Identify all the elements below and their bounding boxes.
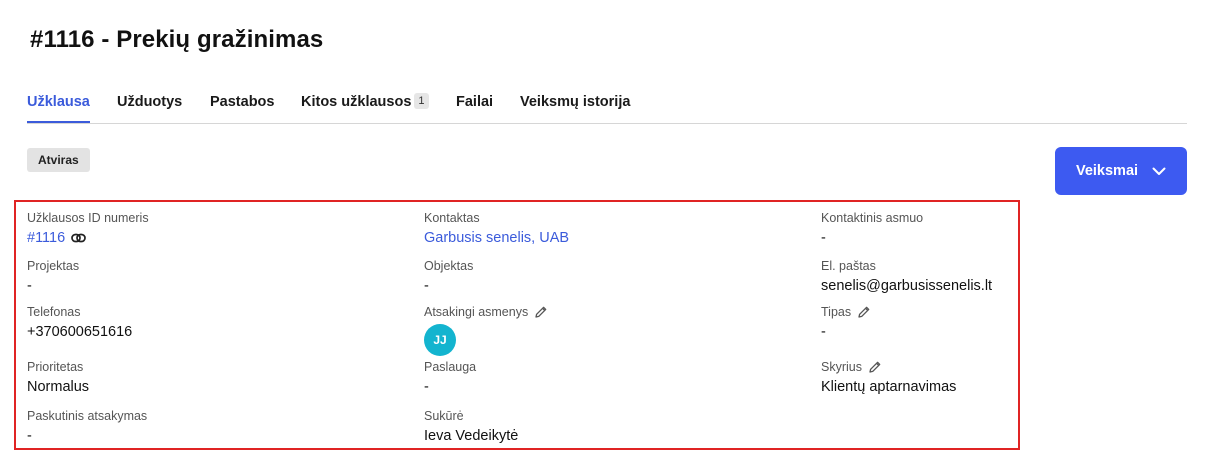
pencil-icon[interactable] (868, 360, 882, 374)
field-value: - (27, 428, 32, 444)
field-value: +370600651616 (27, 324, 133, 340)
field-type: Tipas - (821, 305, 871, 340)
field-value: senelis@garbusissenelis.lt (821, 278, 993, 294)
field-email: El. paštas senelis@garbusissenelis.lt (821, 259, 992, 294)
field-last-reply: Paskutinis atsakymas - (27, 409, 147, 444)
field-label: Paslauga (424, 360, 477, 374)
field-value: - (821, 230, 826, 246)
status-badge: Atviras (27, 148, 90, 172)
tab-bar: Užklausa Užduotys Pastabos Kitos užklaus… (27, 92, 1187, 124)
field-value: Ieva Vedeikytė (424, 428, 519, 444)
request-id-link[interactable]: #1116 (27, 230, 65, 246)
request-details-panel: Užklausos ID numeris #1116 Projektas - T… (14, 200, 1020, 450)
field-value: - (821, 324, 826, 340)
field-value: - (27, 278, 32, 294)
contact-link[interactable]: Garbusis senelis, UAB (424, 230, 569, 246)
field-priority: Prioritetas Normalus (27, 360, 89, 395)
field-label: Projektas (27, 259, 80, 273)
field-label: Skyrius (821, 360, 862, 374)
tab-failai[interactable]: Failai (456, 94, 493, 123)
tab-uzduotys[interactable]: Užduotys (117, 94, 182, 123)
field-request-id: Užklausos ID numeris #1116 (27, 211, 149, 246)
field-created-by: Sukūrė Ieva Vedeikytė (424, 409, 518, 444)
field-label: Kontaktas (424, 211, 480, 225)
field-object: Objektas - (424, 259, 473, 294)
pencil-icon[interactable] (534, 305, 548, 319)
tab-veiksmu-istorija[interactable]: Veiksmų istorija (520, 94, 630, 123)
field-contact: Kontaktas Garbusis senelis, UAB (424, 211, 569, 246)
field-label: Objektas (424, 259, 474, 273)
tab-uzklausa[interactable]: Užklausa (27, 94, 90, 123)
page-title: #1116 - Prekių gražinimas (30, 26, 324, 53)
tab-pastabos[interactable]: Pastabos (210, 94, 274, 123)
field-phone: Telefonas +370600651616 (27, 305, 132, 340)
field-label: Sukūrė (424, 409, 464, 423)
actions-button[interactable]: Veiksmai (1055, 147, 1187, 195)
tab-count-badge: 1 (414, 93, 429, 109)
field-label: Atsakingi asmenys (424, 305, 529, 319)
chevron-down-icon (1152, 167, 1166, 176)
field-label: Paskutinis atsakymas (27, 409, 148, 423)
tab-label: Kitos užklausos (301, 94, 412, 110)
field-contact-person: Kontaktinis asmuo - (821, 211, 923, 246)
field-project: Projektas - (27, 259, 79, 294)
pencil-icon[interactable] (857, 305, 871, 319)
field-label: Kontaktinis asmuo (821, 211, 924, 225)
avatar[interactable]: JJ (424, 324, 456, 356)
field-department: Skyrius Klientų aptarnavimas (821, 360, 956, 395)
field-responsible: Atsakingi asmenys JJ (424, 305, 548, 356)
field-value: Normalus (27, 379, 90, 395)
link-icon[interactable] (71, 233, 87, 243)
field-service: Paslauga - (424, 360, 476, 395)
tab-kitos-uzklausos[interactable]: Kitos užklausos 1 (301, 93, 429, 123)
field-label: Telefonas (27, 305, 81, 319)
field-value: - (424, 278, 429, 294)
field-label: Tipas (821, 305, 852, 319)
field-value: Klientų aptarnavimas (821, 379, 957, 395)
field-value: - (424, 379, 429, 395)
field-label: El. paštas (821, 259, 876, 273)
field-label: Užklausos ID numeris (27, 211, 149, 225)
actions-button-label: Veiksmai (1075, 163, 1139, 179)
field-label: Prioritetas (27, 360, 84, 374)
